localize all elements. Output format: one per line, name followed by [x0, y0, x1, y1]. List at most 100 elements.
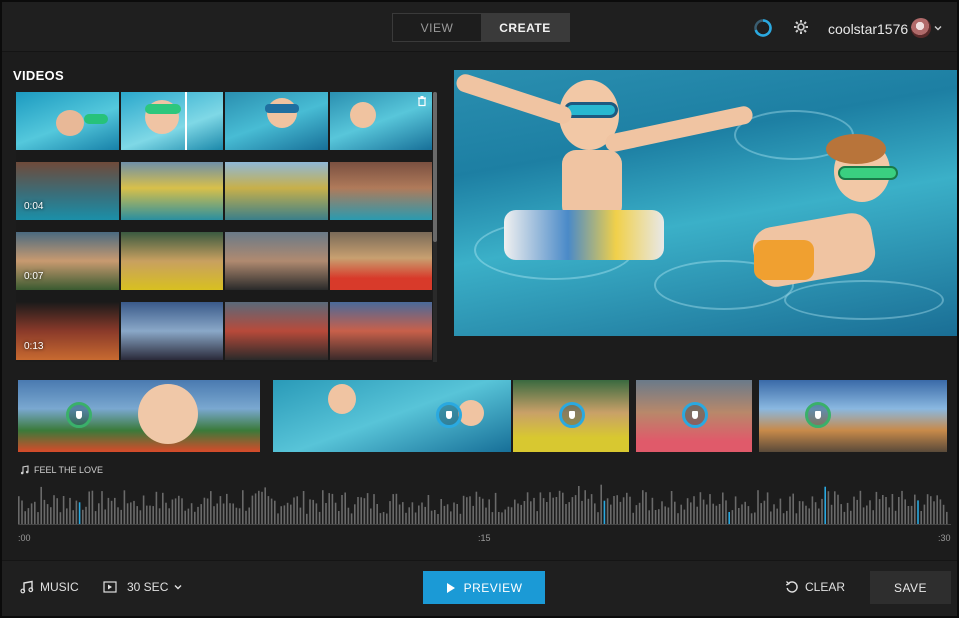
waveform-bar: [846, 502, 849, 524]
waveform-bar: [248, 507, 250, 524]
waveform-bar: [549, 492, 551, 524]
timeline-clip[interactable]: [636, 380, 752, 452]
timeline-clip[interactable]: [759, 380, 947, 452]
gear-icon[interactable]: [792, 18, 810, 36]
top-bar: VIEW CREATE coolstar1576: [2, 2, 957, 52]
playhead[interactable]: [184, 92, 187, 150]
video-thumbnail[interactable]: [225, 232, 328, 290]
waveform-bar: [901, 490, 903, 524]
waveform-bar: [946, 511, 948, 524]
highlight-marker[interactable]: [559, 402, 585, 428]
music-button[interactable]: MUSIC: [20, 580, 79, 594]
video-thumbnail[interactable]: [225, 162, 328, 220]
waveform-bar: [530, 501, 532, 524]
video-thumbnail[interactable]: [329, 302, 432, 360]
highlight-marker[interactable]: [436, 402, 462, 428]
waveform-bar: [472, 505, 474, 524]
waveform-bar: [430, 510, 433, 524]
video-thumbnail[interactable]: [225, 92, 328, 150]
clear-button[interactable]: CLEAR: [785, 580, 845, 594]
video-thumbnail[interactable]: [120, 232, 223, 290]
waveform-bar: [942, 504, 945, 524]
waveform-bar: [389, 501, 391, 524]
waveform-bar: [226, 493, 228, 524]
waveform-bar: [677, 513, 679, 524]
waveform-bar: [165, 502, 167, 524]
timeline-clip[interactable]: [513, 380, 629, 452]
waveform-bar: [318, 511, 321, 524]
waveform-bar: [693, 496, 695, 524]
videos-scrollbar[interactable]: [433, 92, 437, 362]
chevron-down-icon[interactable]: [934, 24, 942, 32]
waveform-bar: [315, 503, 318, 524]
waveform-bar: [488, 499, 490, 524]
waveform-bar: [219, 496, 222, 524]
waveform-bar: [498, 512, 500, 524]
highlight-marker[interactable]: [66, 402, 92, 428]
waveform-bar: [517, 503, 519, 524]
avatar[interactable]: [911, 18, 931, 38]
highlight-marker[interactable]: [682, 402, 708, 428]
video-row[interactable]: 0:04: [16, 162, 432, 220]
waveform-bar: [270, 498, 273, 524]
waveform-bar: [123, 490, 126, 524]
waveform-bar: [34, 501, 36, 524]
waveform-highlight-bar: [78, 502, 81, 524]
video-thumbnail[interactable]: [16, 92, 119, 150]
waveform-bar: [642, 490, 644, 524]
save-button[interactable]: SAVE: [870, 571, 951, 604]
waveform-bar: [62, 496, 65, 524]
waveform-highlight-bar: [824, 486, 826, 524]
waveform-bar: [21, 500, 23, 524]
video-row[interactable]: 0:07: [16, 232, 432, 290]
video-thumbnail[interactable]: [120, 92, 223, 150]
highlight-marker[interactable]: [805, 402, 831, 428]
video-row[interactable]: 0:13: [16, 302, 432, 360]
waveform-bar: [251, 495, 254, 524]
waveform-bar: [776, 508, 778, 524]
waveform-bar: [405, 512, 407, 524]
waveform-bar: [162, 492, 164, 524]
waveform-bar: [754, 512, 756, 524]
duration-dropdown[interactable]: 30 SEC: [103, 580, 182, 594]
scrollbar-thumb[interactable]: [433, 92, 437, 242]
music-track-name: FEEL THE LOVE: [34, 465, 104, 475]
waveform-bar: [888, 507, 890, 524]
waveform-bar: [811, 496, 814, 524]
video-row[interactable]: [16, 92, 432, 150]
waveform-bar: [338, 511, 340, 524]
waveform-bar: [555, 497, 558, 524]
waveform-bar: [699, 492, 702, 524]
waveform-bar: [578, 486, 580, 524]
video-thumbnail[interactable]: [120, 162, 223, 220]
username[interactable]: coolstar1576: [828, 21, 908, 37]
waveform-bar: [878, 499, 881, 524]
tab-create[interactable]: CREATE: [481, 14, 569, 41]
preview-button[interactable]: PREVIEW: [423, 571, 545, 604]
waveform-bar: [798, 501, 801, 524]
music-waveform[interactable]: [18, 478, 951, 524]
waveform-bar: [50, 507, 52, 524]
video-thumbnail[interactable]: [225, 302, 328, 360]
waveform-bar: [18, 496, 20, 524]
timeline-clip[interactable]: [273, 380, 511, 452]
tab-view[interactable]: VIEW: [393, 14, 481, 41]
video-thumbnail[interactable]: [329, 162, 432, 220]
video-thumbnail[interactable]: [329, 232, 432, 290]
waveform-bar: [542, 498, 545, 524]
video-thumbnail[interactable]: [329, 92, 432, 150]
waveform-bar: [94, 511, 97, 524]
waveform-bar: [46, 504, 49, 524]
waveform-bar: [190, 503, 193, 524]
waveform-bar: [654, 510, 657, 524]
waveform-bar: [910, 505, 913, 524]
waveform-bar: [494, 492, 497, 524]
video-preview[interactable]: [454, 70, 957, 336]
waveform-bar: [91, 490, 94, 524]
timeline-clip[interactable]: [18, 380, 260, 452]
waveform-bar: [238, 508, 241, 524]
trash-icon[interactable]: [416, 95, 428, 107]
waveform-bar: [232, 503, 234, 524]
waveform-bar: [706, 504, 708, 524]
video-thumbnail[interactable]: [120, 302, 223, 360]
